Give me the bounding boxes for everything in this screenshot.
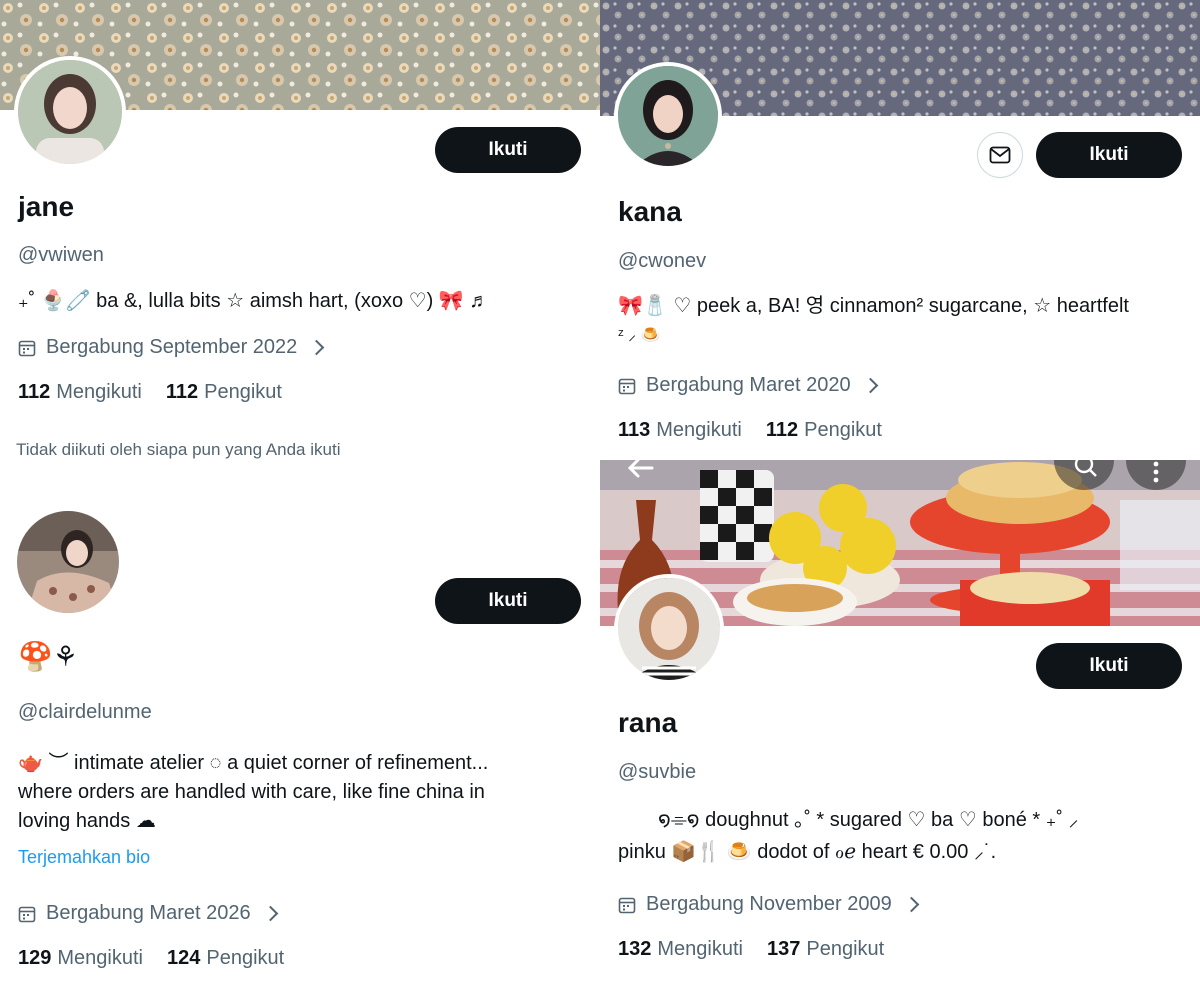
bio-line: ᶻ ⸝ 🍮	[618, 327, 661, 344]
bio-line: where orders are handled with care, like…	[18, 781, 485, 803]
calendar-icon	[18, 906, 36, 922]
followed-by-note: Tidak diikuti oleh siapa pun yang Anda i…	[16, 440, 341, 459]
following-label: Mengikuti	[656, 419, 742, 441]
bio-line: 🎀🧂 ♡ peek a, BA! 영 cinnamon² sugarcane, …	[618, 295, 1129, 317]
display-name: kana	[618, 196, 682, 227]
following-count: 132	[618, 938, 652, 960]
calendar-icon	[618, 378, 636, 394]
following-label: Mengikuti	[657, 938, 743, 960]
join-date[interactable]: Bergabung November 2009	[618, 893, 920, 916]
profile-card-jane: Ikuti jane @vwiwen ₊˚ 🍨🧷 ba &, lulla bit…	[0, 0, 600, 484]
username: @clairdelunme	[18, 701, 152, 723]
followers-link[interactable]: 112 Pengikut	[766, 419, 882, 442]
bio-line: loving hands ☁	[18, 810, 156, 832]
avatar[interactable]	[14, 508, 122, 616]
join-date[interactable]: Bergabung Maret 2026	[18, 902, 278, 925]
followers-link[interactable]: 124 Pengikut	[167, 947, 284, 970]
following-link[interactable]: 129 Mengikuti	[18, 947, 143, 970]
bio: ₊˚ 🍨🧷 ba &, lulla bits ☆ aimsh hart, (xo…	[18, 290, 490, 312]
follow-button[interactable]: Ikuti	[1036, 132, 1182, 178]
following-count: 113	[618, 419, 651, 441]
chevron-right-icon	[903, 896, 920, 913]
username: @suvbie	[618, 761, 697, 783]
following-link[interactable]: 112 Mengikuti	[18, 381, 142, 404]
avatar[interactable]	[614, 574, 724, 684]
chevron-right-icon	[862, 377, 878, 394]
following-link[interactable]: 132 Mengikuti	[618, 938, 743, 961]
follow-stats: 113 Mengikuti 112 Pengikut	[618, 419, 882, 442]
profile-card-rana: Ikuti rana @suvbie ໑⌯໑ doughnut ｡˚ * sug…	[600, 460, 1200, 988]
follow-button[interactable]: Ikuti	[435, 127, 581, 173]
follow-button[interactable]: Ikuti	[435, 578, 581, 624]
followers-count: 137	[766, 938, 801, 960]
profile-card-clairdelunme: Ikuti 🍄⚘ @clairdelunme 🫖 ︶ intimate atel…	[0, 494, 600, 988]
join-date-text: Bergabung November 2009	[646, 893, 892, 915]
bio-line: ໑⌯໑ doughnut ｡˚ * sugared ♡ ba ♡ boné * …	[658, 809, 1079, 831]
avatar[interactable]	[14, 56, 126, 168]
display-name: jane	[18, 191, 75, 222]
following-label: Mengikuti	[56, 381, 142, 403]
chevron-right-icon	[262, 905, 278, 922]
username: @cwonev	[618, 250, 707, 272]
avatar[interactable]	[614, 62, 722, 170]
followers-label: Pengikut	[206, 947, 285, 969]
display-name: rana	[618, 707, 678, 738]
mail-icon	[989, 146, 1011, 164]
followers-link[interactable]: 137 Pengikut	[767, 938, 884, 961]
chevron-right-icon	[309, 339, 325, 356]
following-label: Mengikuti	[57, 947, 143, 969]
join-date[interactable]: Bergabung September 2022	[18, 336, 325, 359]
calendar-icon	[18, 340, 36, 356]
following-link[interactable]: 113 Mengikuti	[618, 419, 742, 442]
followers-label: Pengikut	[204, 381, 282, 403]
username: @vwiwen	[18, 244, 104, 266]
bio-line: 🫖 ︶ intimate atelier ◌ a quiet corner of…	[18, 752, 489, 774]
following-count: 112	[18, 381, 51, 403]
follow-stats: 129 Mengikuti 124 Pengikut	[18, 947, 284, 970]
followers-label: Pengikut	[806, 938, 885, 960]
bio: 🫖 ︶ intimate atelier ◌ a quiet corner of…	[18, 749, 593, 836]
follow-stats: 112 Mengikuti 112 Pengikut	[18, 381, 282, 404]
join-date[interactable]: Bergabung Maret 2020	[618, 374, 878, 397]
join-date-text: Bergabung September 2022	[46, 336, 298, 358]
follow-button[interactable]: Ikuti	[1036, 643, 1182, 689]
calendar-icon	[618, 897, 636, 913]
join-date-text: Bergabung Maret 2020	[646, 374, 851, 396]
display-name: 🍄⚘	[18, 641, 78, 672]
followers-count: 112	[765, 419, 799, 441]
profile-card-kana: Ikuti kana @cwonev 🎀🧂 ♡ peek a, BA! 영 ci…	[600, 0, 1200, 460]
followers-link[interactable]: 112 Pengikut	[166, 381, 282, 404]
translate-bio-link[interactable]: Terjemahkan bio	[18, 847, 150, 868]
bio: ໑⌯໑ doughnut ｡˚ * sugared ♡ ba ♡ boné * …	[618, 804, 1193, 868]
followers-count: 124	[166, 947, 201, 969]
bio: 🎀🧂 ♡ peek a, BA! 영 cinnamon² sugarcane, …	[618, 292, 1193, 350]
followers-label: Pengikut	[804, 419, 882, 441]
following-count: 129	[18, 947, 52, 969]
bio-line: pinku 📦🍴 🍮 dodot of ℴℯ heart € 0.00 ⸝˙.	[618, 841, 997, 863]
join-date-text: Bergabung Maret 2026	[46, 902, 251, 924]
follow-stats: 132 Mengikuti 137 Pengikut	[618, 938, 884, 961]
followers-count: 112	[165, 381, 199, 403]
message-button[interactable]	[977, 132, 1023, 178]
